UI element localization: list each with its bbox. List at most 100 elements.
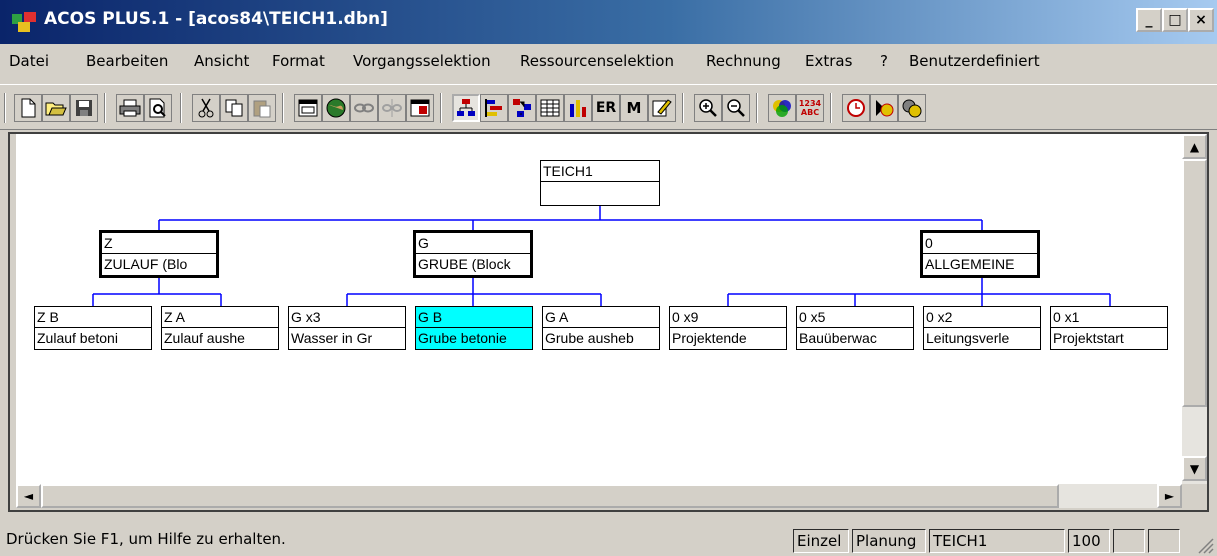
print-preview-icon[interactable] — [144, 94, 172, 122]
status-bar: Drücken Sie F1, um Hilfe zu erhalten. Ei… — [0, 516, 1217, 556]
paste-icon[interactable] — [248, 94, 276, 122]
node-code: G — [416, 233, 530, 254]
tree-node-leaf[interactable]: 0 x1 Projektstart — [1050, 306, 1168, 350]
menu-rechnung[interactable]: Rechnung — [706, 52, 781, 70]
menu-ressourcenselektion[interactable]: Ressourcenselektion — [520, 52, 674, 70]
minimize-button[interactable]: _ — [1136, 8, 1162, 32]
node-name: ZULAUF (Blo — [104, 256, 188, 272]
node-code: G x3 — [289, 307, 405, 328]
tree-node-leaf[interactable]: Z A Zulauf aushe — [161, 306, 279, 350]
tree-node-group[interactable]: Z ZULAUF (Blo — [99, 230, 219, 278]
menu-format[interactable]: Format — [272, 52, 325, 70]
globe-icon[interactable] — [322, 94, 350, 122]
menu-vorgangsselektion[interactable]: Vorgangsselektion — [353, 52, 491, 70]
node-code: 0 x2 — [924, 307, 1040, 328]
tree-node-leaf[interactable]: G A Grube ausheb — [542, 306, 660, 350]
tree-node-leaf[interactable]: Z B Zulauf betoni — [34, 306, 152, 350]
toolbar-separator — [682, 93, 684, 123]
zoom-out-icon[interactable] — [722, 94, 750, 122]
status-empty-1 — [1113, 529, 1145, 553]
menu-bearbeiten[interactable]: Bearbeiten — [86, 52, 168, 70]
network-icon[interactable] — [508, 94, 536, 122]
toolbar-separator — [440, 93, 442, 123]
m-icon[interactable]: M — [620, 94, 648, 122]
node-code: TEICH1 — [541, 161, 659, 182]
calendar-icon[interactable] — [406, 94, 434, 122]
properties-icon[interactable] — [294, 94, 322, 122]
number-badge-bottom: ABC — [800, 108, 820, 117]
toolbar-separator — [830, 93, 832, 123]
menu-extras[interactable]: Extras — [805, 52, 852, 70]
menu-bar: Datei Bearbeiten Ansicht Format Vorgangs… — [0, 44, 1217, 84]
menu-ansicht[interactable]: Ansicht — [194, 52, 249, 70]
print-icon[interactable] — [116, 94, 144, 122]
color-circles-icon[interactable] — [768, 94, 796, 122]
zoom-in-icon[interactable] — [694, 94, 722, 122]
node-code: 0 x5 — [797, 307, 913, 328]
resize-grip-icon[interactable] — [1196, 536, 1214, 554]
toolbar-separator — [282, 93, 284, 123]
table-icon[interactable] — [536, 94, 564, 122]
node-code: Z B — [35, 307, 151, 328]
timer-start-icon[interactable] — [870, 94, 898, 122]
vertical-scrollbar[interactable]: ▲ ▼ — [1182, 134, 1207, 484]
node-name: Grube betonie — [416, 328, 532, 349]
node-name: GRUBE (Block — [418, 256, 511, 272]
save-icon[interactable] — [70, 94, 98, 122]
status-message: Drücken Sie F1, um Hilfe zu erhalten. — [6, 530, 286, 548]
toolbar-grip — [4, 93, 6, 123]
node-name: Zulauf aushe — [164, 330, 245, 346]
report-icon[interactable]: ER — [592, 94, 620, 122]
close-button[interactable]: × — [1188, 8, 1214, 32]
structure-tree-icon[interactable] — [452, 94, 480, 122]
tree-node-group[interactable]: 0 ALLGEMEINE — [920, 230, 1040, 278]
node-name: ALLGEMEINE — [925, 256, 1015, 272]
open-folder-icon[interactable] — [42, 94, 70, 122]
gear-clock-icon[interactable] — [898, 94, 926, 122]
vertical-scroll-thumb[interactable] — [1182, 159, 1207, 407]
number-abc-icon[interactable]: 1234 ABC — [796, 94, 824, 122]
node-code: G A — [543, 307, 659, 328]
number-badge-top: 1234 — [798, 99, 822, 108]
horizontal-scroll-thumb[interactable] — [41, 484, 1059, 508]
new-document-icon[interactable] — [14, 94, 42, 122]
status-empty-2 — [1148, 529, 1180, 553]
tree-node-leaf[interactable]: G x3 Wasser in Gr — [288, 306, 406, 350]
status-phase: Planung — [852, 529, 926, 553]
tree-node-leaf[interactable]: 0 x2 Leitungsverle — [923, 306, 1041, 350]
toolbar-separator — [180, 93, 182, 123]
tree-node-leaf[interactable]: 0 x5 Bauüberwac — [796, 306, 914, 350]
node-name: Grube ausheb — [545, 330, 634, 346]
toolbar-separator — [756, 93, 758, 123]
gantt-icon[interactable] — [480, 94, 508, 122]
link-icon[interactable] — [350, 94, 378, 122]
histogram-icon[interactable] — [564, 94, 592, 122]
menu-help[interactable]: ? — [880, 52, 888, 70]
node-name: Leitungsverle — [926, 330, 1010, 346]
maximize-button[interactable]: □ — [1162, 8, 1188, 32]
status-mode: Einzel — [793, 529, 849, 553]
scroll-right-button[interactable]: ► — [1157, 484, 1182, 508]
tree-node-leaf[interactable]: 0 x9 Projektende — [669, 306, 787, 350]
horizontal-scrollbar[interactable]: ◄ ► — [16, 484, 1182, 508]
scroll-down-button[interactable]: ▼ — [1182, 456, 1207, 481]
clock-icon[interactable] — [842, 94, 870, 122]
structure-tree-view[interactable]: TEICH1 Z ZULAUF (Blo G GRUBE (Block 0 AL… — [16, 134, 1182, 484]
node-code: G B — [416, 307, 532, 328]
scroll-left-button[interactable]: ◄ — [16, 484, 41, 508]
menu-datei[interactable]: Datei — [9, 52, 49, 70]
node-name: Bauüberwac — [799, 330, 877, 346]
cut-icon[interactable] — [192, 94, 220, 122]
tree-node-root[interactable]: TEICH1 — [540, 160, 660, 206]
tree-node-leaf-selected[interactable]: G B Grube betonie — [415, 306, 533, 350]
menu-benutzerdefiniert[interactable]: Benutzerdefiniert — [909, 52, 1040, 70]
unlink-icon[interactable] — [378, 94, 406, 122]
edit-icon[interactable] — [648, 94, 676, 122]
copy-icon[interactable] — [220, 94, 248, 122]
scroll-up-button[interactable]: ▲ — [1182, 134, 1207, 159]
node-code: 0 — [923, 233, 1037, 254]
tree-node-group[interactable]: G GRUBE (Block — [413, 230, 533, 278]
app-logo-icon — [12, 12, 36, 32]
node-code: 0 x9 — [670, 307, 786, 328]
node-name: Projektende — [672, 330, 747, 346]
